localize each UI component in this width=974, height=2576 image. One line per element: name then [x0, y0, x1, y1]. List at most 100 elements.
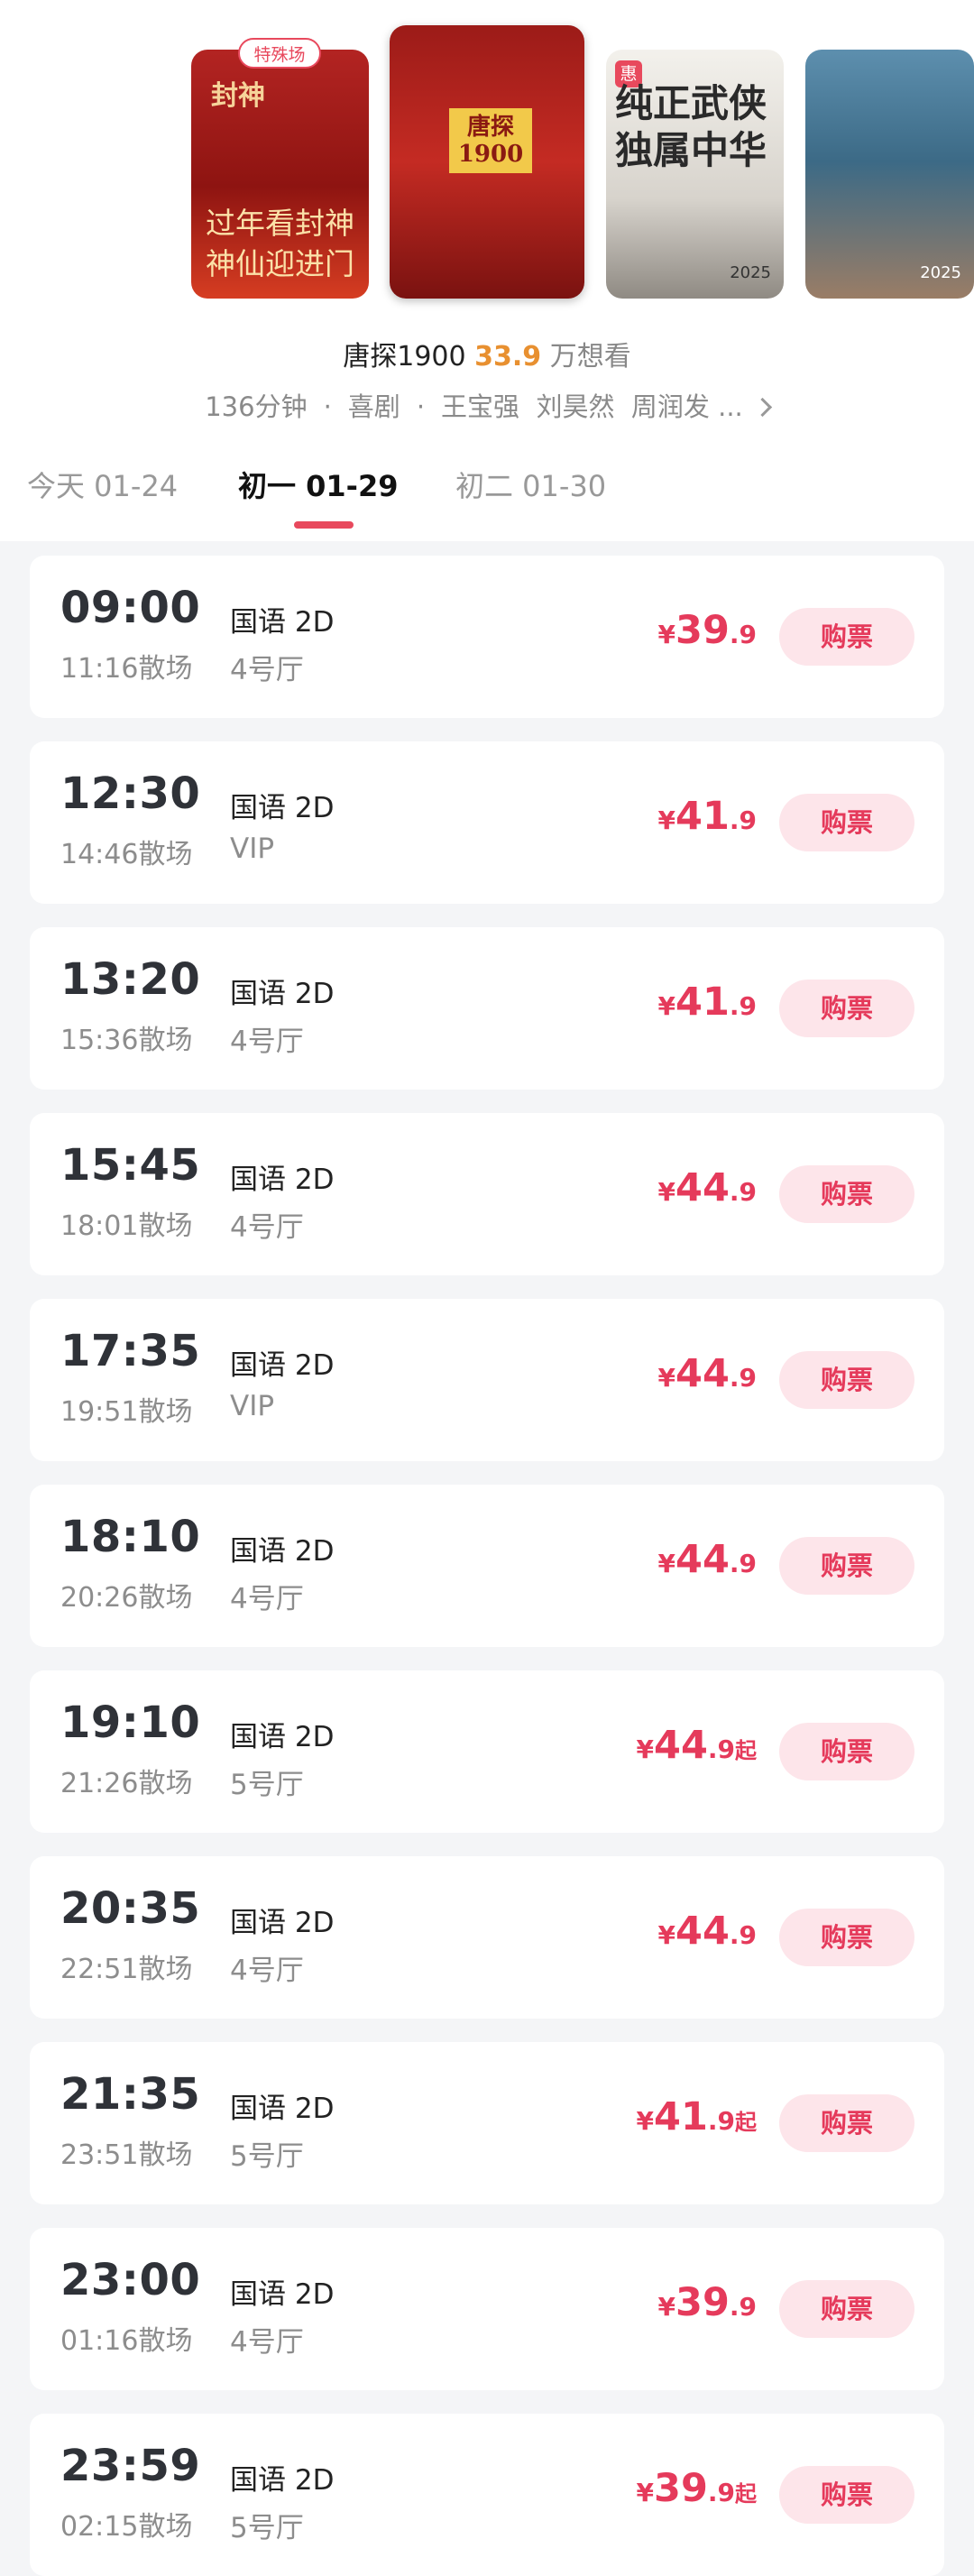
ticket-price: ¥44.9: [658, 1910, 757, 1960]
start-time: 18:10: [60, 1512, 201, 1562]
price-integer: 39: [654, 2466, 708, 2511]
language-format: 国语 2D: [230, 2278, 335, 2311]
start-time: 12:30: [60, 768, 201, 819]
buy-ticket-button[interactable]: 购票: [779, 2466, 914, 2524]
price-from-suffix: 起: [735, 2481, 757, 2507]
poster-wuxia[interactable]: 惠 纯正武侠独属中华 2025: [606, 50, 784, 299]
date-tab-selected[interactable]: 初一 01-29: [238, 464, 399, 505]
buy-ticket-button[interactable]: 购票: [779, 1165, 914, 1223]
date-tab[interactable]: 今天 01-24: [27, 464, 178, 505]
ticket-price: ¥44.9: [658, 1167, 757, 1217]
start-time: 20:35: [60, 1883, 201, 1934]
poster-tagline-2: 神仙迎进门: [206, 246, 354, 281]
currency-symbol: ¥: [636, 1734, 655, 1764]
poster-fengshen[interactable]: 封神 过年看封神 神仙迎进门: [191, 50, 369, 299]
poster-tagline: 过年看封神 神仙迎进门: [202, 203, 358, 284]
price-integer: 44: [675, 1165, 730, 1210]
ticket-price: ¥41.9起: [637, 2096, 757, 2146]
language-format: 国语 2D: [230, 606, 335, 639]
poster-animation[interactable]: 2025: [805, 50, 974, 299]
price-integer: 44: [654, 1723, 708, 1768]
buy-ticket-button[interactable]: 购票: [779, 1723, 914, 1780]
poster-title: 封神: [211, 80, 265, 112]
buy-ticket-button[interactable]: 购票: [779, 608, 914, 666]
hall-name: VIP: [230, 1390, 275, 1422]
language-format: 国语 2D: [230, 1535, 335, 1568]
hall-name: 5号厅: [230, 1769, 304, 1801]
price-integer: 44: [675, 1351, 730, 1396]
price-integer: 44: [675, 1537, 730, 1582]
movie-meta[interactable]: 136分钟 · 喜剧 · 王宝强 刘昊然 周润发 ...: [0, 386, 974, 424]
movie-genre: 喜剧: [347, 391, 400, 422]
hall-name: 4号厅: [230, 1583, 304, 1615]
price-from-suffix: 起: [735, 1738, 757, 1763]
language-format: 国语 2D: [230, 1164, 335, 1196]
buy-ticket-button[interactable]: 购票: [779, 1351, 914, 1409]
buy-ticket-button[interactable]: 购票: [779, 2094, 914, 2152]
showtime-card[interactable]: 23:00 01:16散场 国语 2D 4号厅 ¥39.9 购票: [30, 2228, 944, 2390]
start-time: 13:20: [60, 954, 201, 1005]
end-time: 15:36散场: [60, 1025, 193, 1056]
showtime-card[interactable]: 21:35 23:51散场 国语 2D 5号厅 ¥41.9起 购票: [30, 2042, 944, 2204]
showtime-card[interactable]: 20:35 22:51散场 国语 2D 4号厅 ¥44.9 购票: [30, 1856, 944, 2019]
poster-tagline-1: 过年看封神: [206, 206, 354, 241]
price-decimal: .9: [729, 1920, 757, 1950]
showtime-card[interactable]: 23:59 02:15散场 国语 2D 5号厅 ¥39.9起 购票: [30, 2414, 944, 2576]
price-decimal: .9: [729, 620, 757, 649]
end-time: 01:16散场: [60, 2325, 193, 2357]
poster-tangtan-selected[interactable]: 唐探1900: [390, 25, 584, 299]
hall-name: VIP: [230, 833, 275, 865]
language-format: 国语 2D: [230, 1721, 335, 1753]
ticket-price: ¥41.9: [658, 981, 757, 1031]
ticket-price: ¥39.9: [658, 610, 757, 659]
start-time: 21:35: [60, 2069, 201, 2120]
chevron-right-icon: [752, 397, 772, 418]
buy-ticket-button[interactable]: 购票: [779, 1537, 914, 1595]
showtime-card[interactable]: 13:20 15:36散场 国语 2D 4号厅 ¥41.9 购票: [30, 927, 944, 1090]
start-time: 15:45: [60, 1140, 201, 1191]
ticket-price: ¥44.9: [658, 1353, 757, 1403]
hall-name: 4号厅: [230, 1211, 304, 1244]
hall-name: 4号厅: [230, 654, 304, 686]
movie-want-label: 万想看: [549, 341, 631, 373]
showtime-card[interactable]: 15:45 18:01散场 国语 2D 4号厅 ¥44.9 购票: [30, 1113, 944, 1275]
showtime-card[interactable]: 18:10 20:26散场 国语 2D 4号厅 ¥44.9 购票: [30, 1485, 944, 1647]
price-integer: 41: [675, 980, 730, 1025]
buy-ticket-button[interactable]: 购票: [779, 2280, 914, 2338]
showtime-card[interactable]: 09:00 11:16散场 国语 2D 4号厅 ¥39.9 购票: [30, 556, 944, 718]
date-tab[interactable]: 初二 01-30: [455, 464, 606, 505]
movie-cast: 王宝强 刘昊然 周润发 ...: [441, 391, 743, 422]
currency-symbol: ¥: [657, 620, 676, 649]
end-time: 20:26散场: [60, 1582, 193, 1614]
showtime-card[interactable]: 17:35 19:51散场 国语 2D VIP ¥44.9 购票: [30, 1299, 944, 1461]
showtime-card[interactable]: 12:30 14:46散场 国语 2D VIP ¥41.9 购票: [30, 741, 944, 904]
hall-name: 4号厅: [230, 1955, 304, 1987]
end-time: 02:15散场: [60, 2511, 193, 2543]
language-format: 国语 2D: [230, 2464, 335, 2497]
movie-want-count: 33.9: [474, 341, 542, 373]
hall-name: 5号厅: [230, 2512, 304, 2544]
price-decimal: .9: [729, 1363, 757, 1393]
price-decimal: .9: [707, 2106, 735, 2136]
buy-ticket-button[interactable]: 购票: [779, 1909, 914, 1966]
tab-indicator: [294, 521, 354, 529]
buy-ticket-button[interactable]: 购票: [779, 794, 914, 851]
end-time: 11:16散场: [60, 653, 193, 685]
poster-title: 唐探1900: [449, 108, 532, 173]
start-time: 19:10: [60, 1697, 201, 1748]
language-format: 国语 2D: [230, 978, 335, 1010]
currency-symbol: ¥: [657, 1920, 676, 1950]
buy-ticket-button[interactable]: 购票: [779, 980, 914, 1037]
price-decimal: .9: [729, 2292, 757, 2322]
end-time: 18:01散场: [60, 1210, 193, 1242]
ticket-price: ¥44.9起: [637, 1725, 757, 1774]
price-decimal: .9: [707, 1734, 735, 1764]
poster-carousel[interactable]: 封神 过年看封神 神仙迎进门 特殊场 唐探1900 惠 纯正武侠独属中华 202…: [0, 0, 974, 307]
ticket-price: ¥39.9起: [637, 2468, 757, 2517]
meta-separator: ·: [416, 391, 426, 422]
language-format: 国语 2D: [230, 1349, 335, 1382]
poster-title: 纯正武侠独属中华: [615, 81, 767, 172]
movie-name: 唐探1900: [343, 341, 466, 373]
end-time: 23:51散场: [60, 2139, 193, 2171]
showtime-card[interactable]: 19:10 21:26散场 国语 2D 5号厅 ¥44.9起 购票: [30, 1670, 944, 1833]
